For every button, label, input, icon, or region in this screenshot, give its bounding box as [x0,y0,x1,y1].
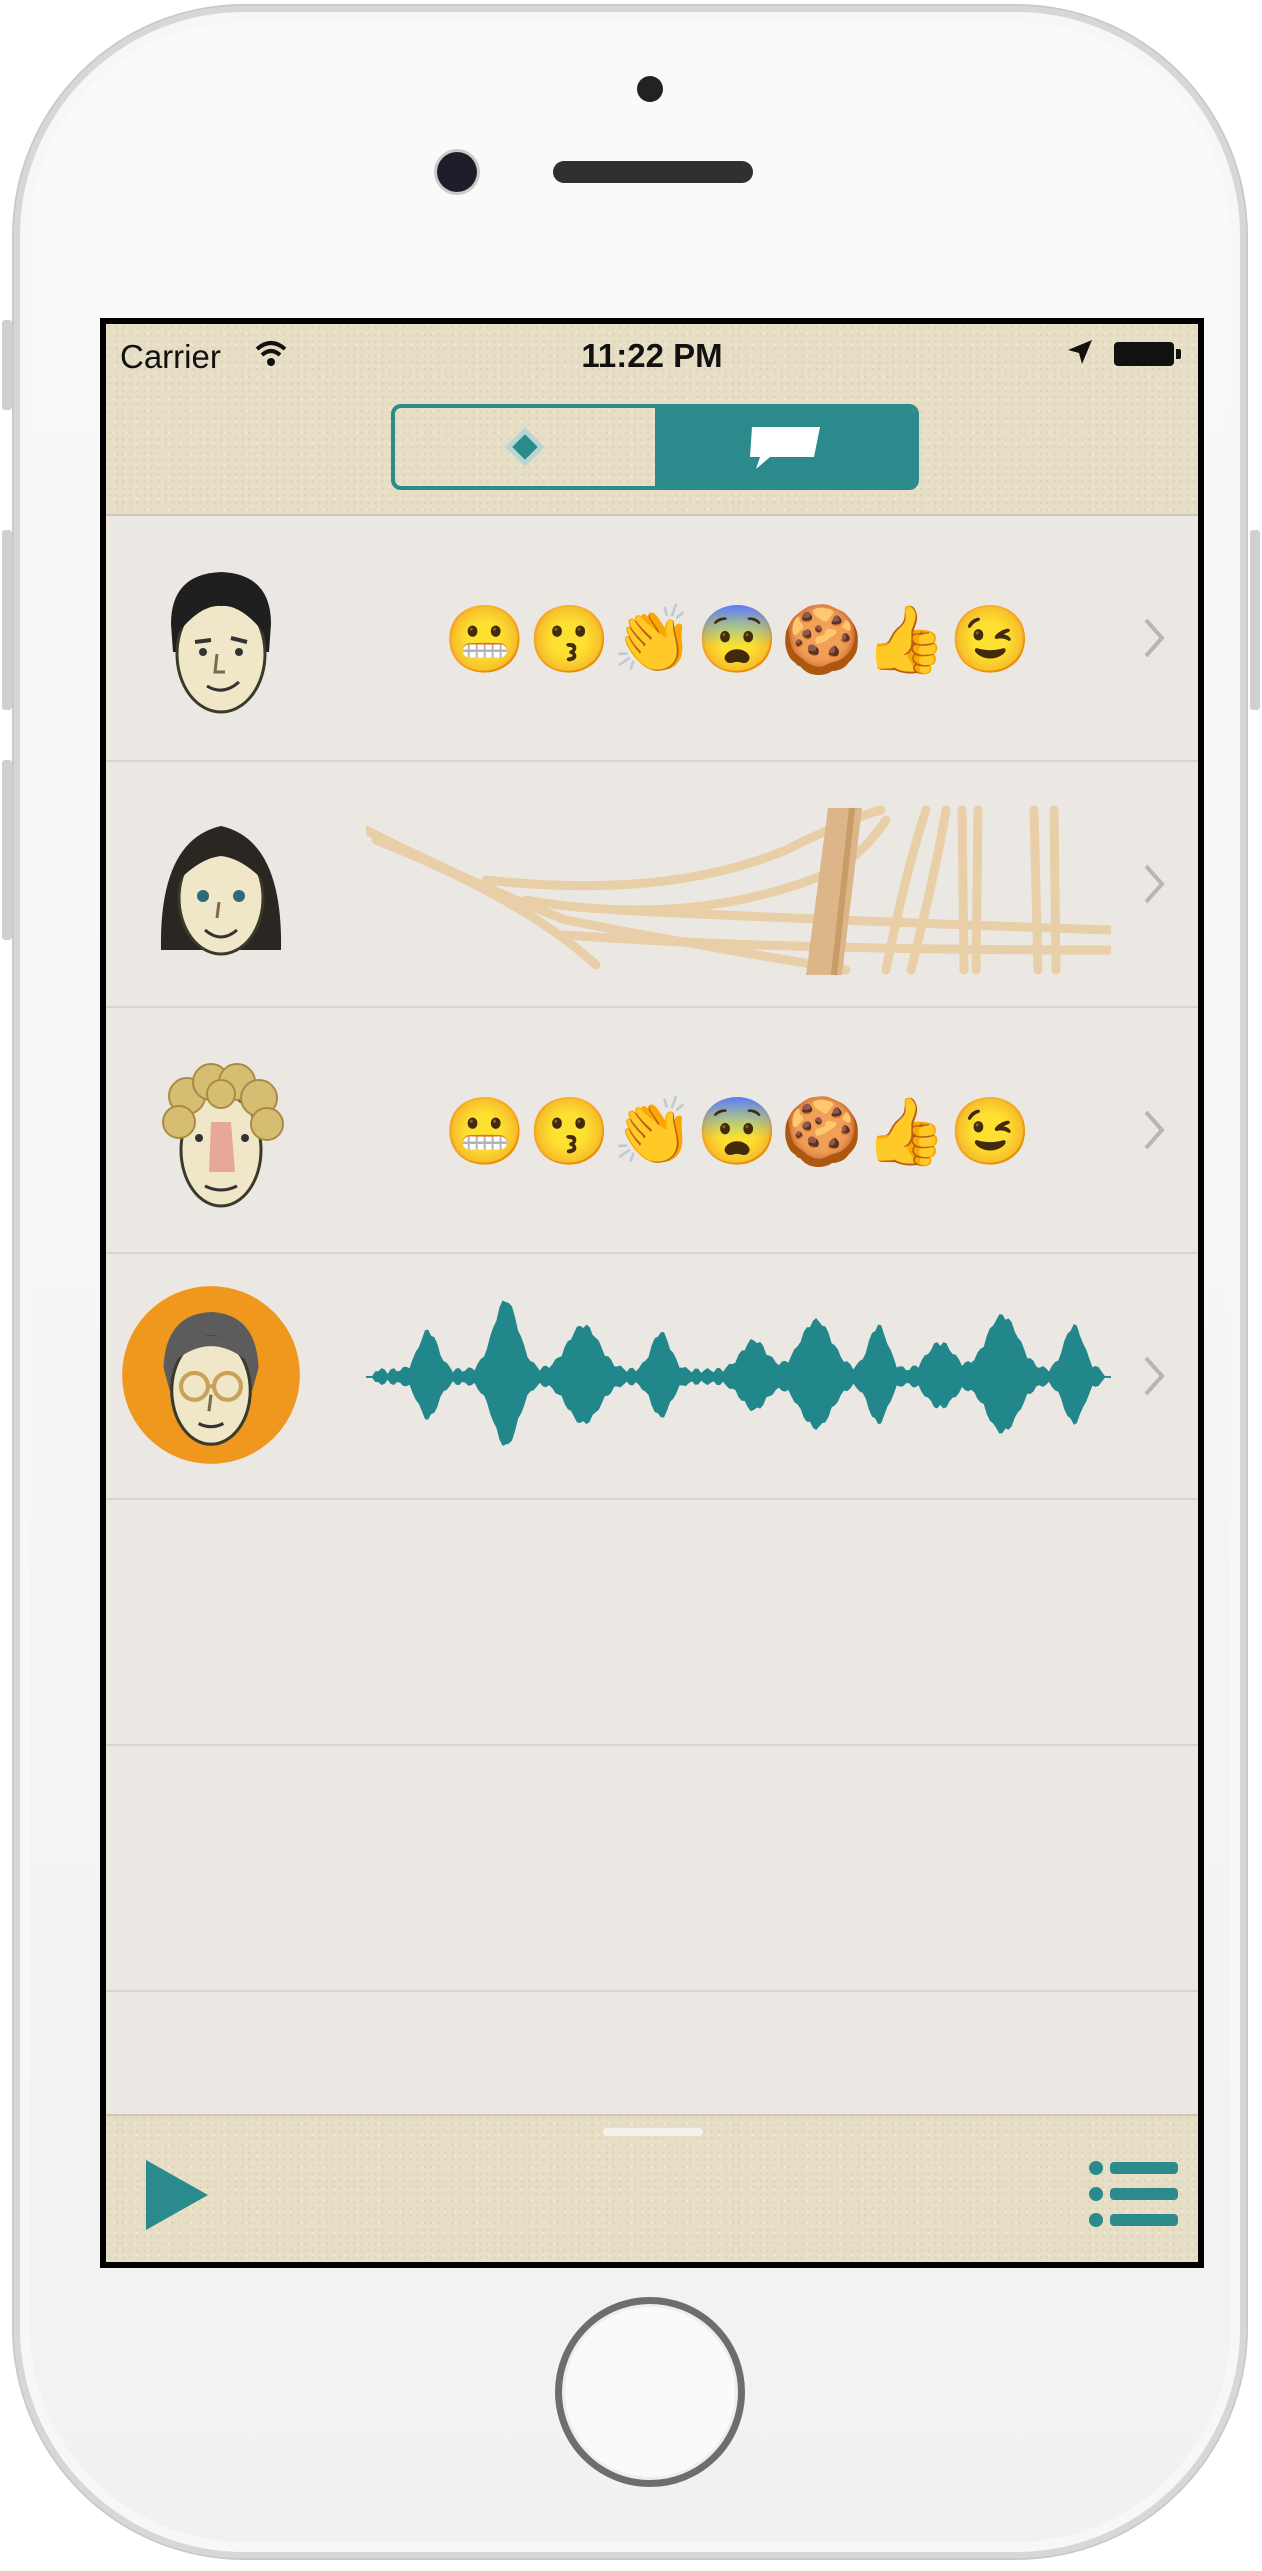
battery-tip [1176,349,1181,359]
volume-up-button [2,530,12,710]
segment-messages[interactable] [655,408,915,486]
man-curly-blond-avatar [162,1063,284,1208]
message-row[interactable] [106,1254,1198,1500]
home-button[interactable] [555,2297,745,2487]
message-row[interactable] [106,762,1198,1008]
emoji-message: 😬😗👏😨🍪👍😉 [443,602,1034,676]
woman-dark-hair-avatar [160,826,282,956]
chevron-right-icon [1144,1356,1165,1396]
front-camera [437,152,477,192]
mute-switch [2,320,12,410]
header-bar: Carrier 11:22 PM [106,324,1198,514]
empty-row [106,1500,1198,1746]
segment-drawing[interactable] [395,408,655,486]
status-bar: Carrier 11:22 PM [106,324,1198,380]
speech-bubble-icon [750,427,820,469]
location-arrow-icon [1068,340,1092,364]
drawing-message [366,805,1111,976]
status-time: 11:22 PM [581,337,723,374]
toolbar-divider [106,2114,1198,2116]
man-glasses-orange-avatar [122,1286,300,1464]
audio-waveform [366,1300,1111,1446]
proximity-sensor [637,76,663,102]
diamond-icon [505,427,545,467]
man-dark-hair-avatar [171,572,271,714]
volume-down-button [2,760,12,940]
message-content [366,782,1111,988]
message-content: 😬😗👏😨🍪👍😉 [366,1028,1111,1234]
empty-row [106,1746,1198,1992]
power-button [1250,530,1260,710]
battery-icon [1114,342,1174,366]
chevron-right-icon [1144,864,1165,904]
play-icon[interactable] [142,2156,212,2234]
waveform-shape [366,1300,1111,1446]
app-screen: Carrier 11:22 PM 😬😗👏😨🍪👍😉 😬😗👏😨🍪👍😉 [100,318,1204,2268]
chevron-right-icon [1144,618,1165,658]
message-content [366,1274,1111,1480]
list-icon[interactable] [1088,2158,1180,2230]
mode-segmented-control[interactable] [391,404,919,490]
earpiece-speaker [553,161,753,183]
bottom-toolbar [106,2114,1198,2262]
drag-handle[interactable] [603,2128,703,2136]
message-row[interactable]: 😬😗👏😨🍪👍😉 [106,516,1198,762]
message-row[interactable]: 😬😗👏😨🍪👍😉 [106,1008,1198,1254]
emoji-message: 😬😗👏😨🍪👍😉 [443,1094,1034,1168]
message-content: 😬😗👏😨🍪👍😉 [366,536,1111,742]
phone-frame: Carrier 11:22 PM 😬😗👏😨🍪👍😉 😬😗👏😨🍪👍😉 [14,6,1246,2558]
chevron-right-icon [1144,1110,1165,1150]
